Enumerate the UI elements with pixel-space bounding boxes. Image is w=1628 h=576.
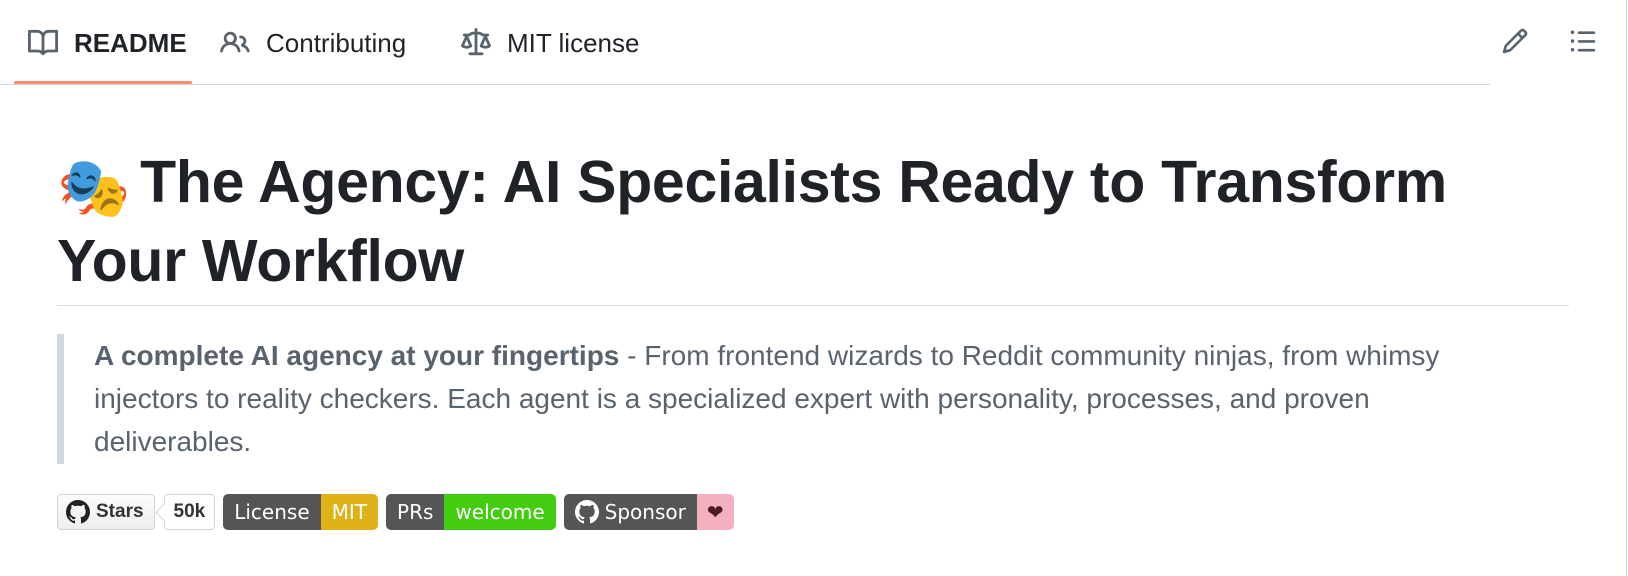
stars-label: Stars <box>96 501 144 522</box>
stars-count: 50k <box>163 494 216 530</box>
prs-welcome-badge[interactable]: PRs welcome <box>386 494 556 530</box>
license-badge-value: MIT <box>320 494 379 530</box>
tab-bar-divider <box>0 84 1490 85</box>
tab-readme[interactable]: README <box>28 0 187 86</box>
prs-badge-label: PRs <box>386 494 445 530</box>
tab-readme-label: README <box>74 27 187 58</box>
sponsor-badge-label-segment: Sponsor <box>563 494 697 530</box>
readme-tab-bar: README Contributing MIT license <box>0 0 1627 86</box>
tab-contributing[interactable]: Contributing <box>220 0 406 86</box>
stars-label-segment: Stars <box>57 494 155 530</box>
book-icon <box>28 28 58 58</box>
heart-icon: ❤ <box>696 494 734 530</box>
github-icon <box>574 500 599 524</box>
sponsor-badge[interactable]: Sponsor ❤ <box>563 494 734 530</box>
github-icon <box>66 500 90 524</box>
theater-masks-icon: 🎭 <box>57 155 131 221</box>
license-badge[interactable]: License MIT <box>223 494 379 530</box>
readme-title-text: The Agency: AI Specialists Ready to Tran… <box>57 149 1447 294</box>
people-icon <box>220 28 250 58</box>
readme-title: 🎭 The Agency: AI Specialists Ready to Tra… <box>57 146 1517 298</box>
quote-lead: A complete AI agency at your fingertips <box>94 340 620 371</box>
github-stars-badge[interactable]: Stars 50k <box>57 494 216 530</box>
outline-button[interactable] <box>1566 26 1600 60</box>
pencil-icon <box>1501 27 1529 60</box>
edit-file-button[interactable] <box>1498 26 1532 60</box>
tab-contributing-label: Contributing <box>266 27 407 58</box>
tab-mit-license[interactable]: MIT license <box>461 0 639 86</box>
prs-badge-value: welcome <box>444 494 556 530</box>
sponsor-badge-label: Sponsor <box>604 500 686 524</box>
intro-blockquote: A complete AI agency at your fingertips … <box>57 334 1527 464</box>
law-scale-icon <box>461 28 491 58</box>
license-badge-label: License <box>223 494 321 530</box>
badge-row: Stars 50k License MIT PRs welcome Sponso… <box>57 494 742 530</box>
readme-panel: README Contributing MIT license 🎭 The Ag… <box>0 0 1627 576</box>
list-unordered-icon <box>1569 27 1597 60</box>
title-divider <box>57 305 1569 306</box>
tab-mit-license-label: MIT license <box>507 27 640 58</box>
